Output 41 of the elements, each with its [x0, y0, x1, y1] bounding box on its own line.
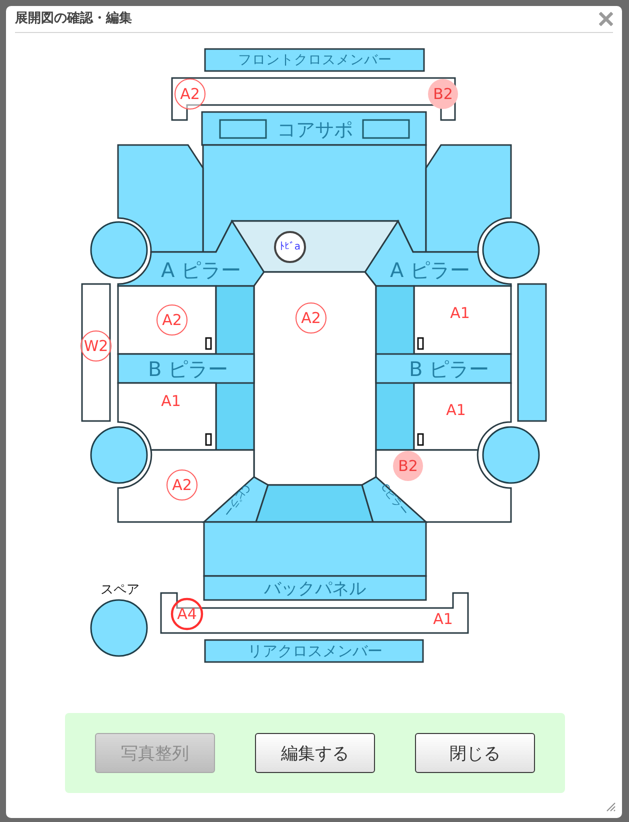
part-label: バックパネル — [264, 579, 366, 599]
dialog-title: 展開図の確認・編集 — [15, 11, 132, 27]
damage-mark: B2 — [428, 79, 458, 109]
wheel — [482, 221, 540, 279]
door-handle-icon — [205, 433, 212, 446]
damage-mark: A2 — [296, 302, 326, 334]
damage-mark: ﾄﾋﾞa — [274, 231, 306, 263]
headlight-slot-icon — [362, 119, 410, 139]
part-label: A ピラー — [390, 258, 470, 282]
part-label: Cピラー — [378, 482, 410, 518]
wheel — [90, 221, 148, 279]
door-handle-icon — [417, 433, 424, 446]
damage-code: A1 — [433, 610, 453, 628]
dialog-button[interactable]: 編集する — [255, 733, 375, 773]
part-label: コアサポ — [277, 119, 353, 141]
close-icon[interactable] — [599, 12, 613, 26]
wheel — [90, 426, 148, 484]
door-handle-icon — [417, 337, 424, 350]
pillar-panel — [361, 476, 428, 523]
damage-code: A1 — [161, 392, 181, 410]
damage-mark: B2 — [393, 451, 423, 481]
damage-mark: A2 — [156, 304, 188, 336]
resize-grip-icon[interactable] — [606, 802, 616, 812]
damage-code: A1 — [450, 304, 470, 322]
headlight-slot-icon — [219, 119, 267, 139]
door-handle-icon — [205, 337, 212, 350]
spare-label: スペア — [100, 582, 140, 598]
damage-mark: A2 — [166, 470, 198, 500]
part-label: B ピラー — [408, 357, 490, 381]
damage-code: A1 — [446, 401, 466, 419]
spare-wheel — [90, 599, 148, 657]
damage-mark: A2 — [174, 78, 206, 110]
damage-mark: W2 — [80, 330, 112, 362]
part-label: B ピラー — [148, 357, 228, 381]
part-label: リアクロスメンバー — [248, 642, 382, 660]
wheel — [482, 426, 540, 484]
dialog-button[interactable]: 閉じる — [415, 733, 535, 773]
part-label: Cピラー — [220, 482, 252, 518]
part-label: A ピラー — [160, 258, 242, 282]
damage-mark: A4 — [170, 598, 204, 630]
part-label: フロントクロスメンバー — [238, 52, 392, 68]
